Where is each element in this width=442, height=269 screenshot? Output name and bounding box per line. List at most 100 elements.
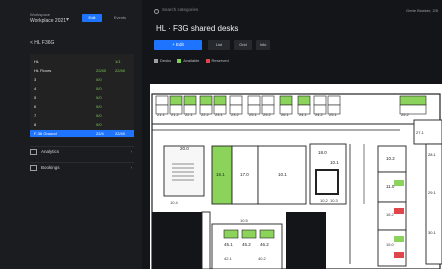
desk-shape bbox=[223, 229, 239, 239]
list-item[interactable]: 5 0/0 bbox=[30, 94, 134, 101]
location-list: HL 1/1 HL Floors 22/40 22/40 3 0/0 4 0/0 5 0/0… bbox=[30, 54, 134, 138]
area-label: 10.2 bbox=[320, 198, 329, 203]
room-label: 15.1 bbox=[216, 172, 225, 177]
desk-label: 25.1 bbox=[249, 112, 258, 117]
desk-shape bbox=[279, 95, 293, 106]
desk-shape bbox=[213, 95, 227, 106]
floor-plan-svg[interactable]: 21.1 21.2 22.1 22.2 23.1 23.2 25.1 25.2 26.1 24.1… bbox=[150, 84, 442, 269]
desk: 26.1 bbox=[279, 95, 293, 117]
room bbox=[425, 143, 442, 265]
desk-shape bbox=[183, 95, 197, 106]
area-label: 10.5 bbox=[240, 218, 249, 223]
legend-swatch bbox=[154, 58, 158, 63]
room bbox=[377, 229, 407, 267]
workspace-selector[interactable]: Workplace 2021 bbox=[30, 18, 66, 24]
topbar: Search categories Grete Bowker, 2/5 bbox=[142, 0, 442, 22]
desk: 22.2 bbox=[199, 95, 213, 117]
desk-label: 21.1 bbox=[157, 112, 166, 117]
legend-swatch bbox=[177, 58, 182, 63]
desk-label: 25.2 bbox=[263, 112, 272, 117]
list-item[interactable]: 8 0/0 bbox=[30, 121, 134, 128]
tab-edit[interactable]: Edit bbox=[82, 14, 102, 22]
desk: 21.1 bbox=[155, 95, 169, 117]
desk-shape bbox=[169, 95, 183, 106]
desk-label: 26.1 bbox=[281, 112, 290, 117]
desk-label: 24.1 bbox=[299, 112, 308, 117]
reserved-desk bbox=[394, 252, 404, 258]
room-label: 11.0 bbox=[386, 184, 395, 189]
floor-plan[interactable]: 21.1 21.2 22.1 22.2 23.1 23.2 25.1 25.2 26.1 24.1… bbox=[150, 84, 442, 269]
desk: 21.2 bbox=[169, 95, 183, 117]
list-item[interactable]: HL Floors 22/40 22/40 bbox=[30, 67, 134, 74]
desk-shape bbox=[229, 95, 243, 106]
void-area bbox=[152, 212, 202, 269]
sidebar-section-analytics[interactable]: Analytics › bbox=[30, 146, 134, 157]
area-label: 15.0 bbox=[386, 242, 395, 247]
desk-label: 25.2 bbox=[401, 112, 410, 117]
desk-label: 30.1 bbox=[428, 230, 437, 235]
area-label: 10.3 bbox=[330, 198, 339, 203]
back-link[interactable]: < HL F36G bbox=[30, 40, 54, 46]
wall bbox=[201, 211, 211, 269]
available-desk bbox=[394, 236, 404, 242]
tab-events[interactable]: Events bbox=[110, 14, 130, 22]
sidebar: Workspace Workplace 2021 ▾ Edit Events <… bbox=[0, 0, 142, 269]
room-label: 10.1 bbox=[278, 172, 287, 177]
restroom bbox=[315, 169, 339, 195]
available-desk bbox=[394, 180, 404, 186]
desk-label: 46.2 bbox=[260, 242, 269, 247]
desk: 25.2 bbox=[261, 95, 275, 117]
desk-label: 22.1 bbox=[185, 112, 194, 117]
desk-shape bbox=[199, 95, 213, 106]
area-label: 16.2 bbox=[386, 212, 395, 217]
room-label: 20.0 bbox=[180, 146, 189, 151]
desk-shape bbox=[399, 95, 427, 106]
room-label: 10.2 bbox=[386, 156, 395, 161]
desk-shape bbox=[247, 95, 261, 106]
chevron-right-icon: › bbox=[130, 165, 133, 170]
chevron-down-icon[interactable]: ▾ bbox=[66, 16, 69, 23]
user-menu[interactable]: Grete Bowker, 2/5 bbox=[406, 8, 438, 13]
desk-label: 25.1 bbox=[329, 112, 338, 117]
desk-shape bbox=[313, 95, 327, 106]
list-item-selected[interactable]: F-36 Ground 22/4 22/40 bbox=[30, 130, 134, 137]
info-button[interactable]: Info bbox=[256, 40, 270, 50]
search-input[interactable]: Search categories bbox=[162, 7, 198, 12]
room-label: 18.0 bbox=[318, 150, 327, 155]
desk-shape bbox=[155, 95, 169, 106]
desk-shape bbox=[327, 95, 341, 106]
desk-shape bbox=[241, 229, 257, 239]
reserved-desk bbox=[394, 208, 404, 214]
list-item[interactable]: 3 0/0 bbox=[30, 76, 134, 83]
stair-room bbox=[163, 145, 205, 197]
legend-swatch bbox=[205, 58, 210, 63]
list-item[interactable]: HL 1/1 bbox=[30, 58, 134, 65]
edit-button[interactable]: + Edit bbox=[154, 40, 202, 50]
desk: 25.1 bbox=[247, 95, 261, 117]
desk: 24.2 bbox=[313, 95, 327, 117]
legend: Desks Available Reserved bbox=[154, 58, 229, 63]
desk-label: 29.1 bbox=[428, 190, 437, 195]
desk-label: 27.1 bbox=[416, 130, 425, 135]
list-view-button[interactable]: List bbox=[208, 40, 230, 50]
desk: 24.1 bbox=[297, 95, 311, 117]
desk: 23.1 bbox=[213, 95, 227, 117]
list-item[interactable]: 6 0/0 bbox=[30, 103, 134, 110]
desk: 25.1 bbox=[327, 95, 341, 117]
desk-label: 45.2 bbox=[242, 242, 251, 247]
list-item[interactable]: 4 0/0 bbox=[30, 85, 134, 92]
chevron-right-icon: › bbox=[130, 149, 133, 154]
chart-icon bbox=[30, 148, 37, 155]
desk-label: 22.2 bbox=[201, 112, 210, 117]
desk-label: 23.1 bbox=[215, 112, 224, 117]
calendar-icon bbox=[30, 164, 37, 171]
grid-view-button[interactable]: Grid bbox=[234, 40, 252, 50]
search-icon bbox=[154, 9, 159, 14]
desk-label: 23.2 bbox=[231, 112, 240, 117]
page-title: HL · F3G shared desks bbox=[156, 24, 239, 33]
sidebar-section-bookings[interactable]: Bookings › bbox=[30, 162, 134, 173]
desk-label: 24.2 bbox=[315, 112, 324, 117]
desk-label: 28.1 bbox=[428, 152, 437, 157]
void-area bbox=[286, 212, 326, 269]
list-item[interactable]: 7 0/0 bbox=[30, 112, 134, 119]
